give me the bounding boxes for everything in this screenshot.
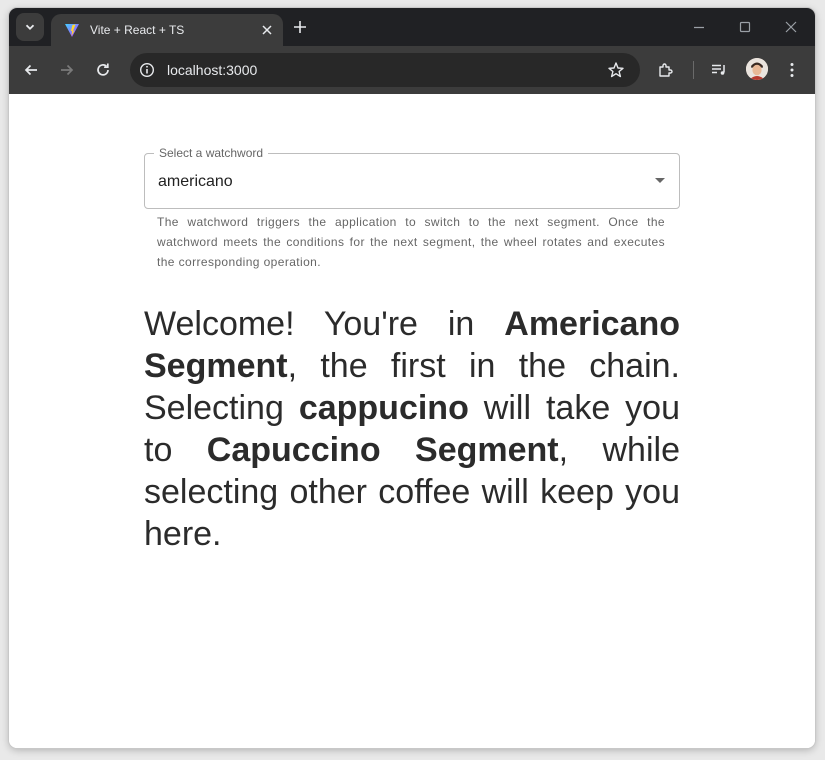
url-text: localhost:3000 [167,62,258,78]
welcome-message: Welcome! You're in Americano Segment, th… [144,303,680,555]
minimize-icon[interactable] [691,19,707,35]
forward-arrow-icon[interactable] [58,61,76,79]
tab-search-button[interactable] [16,13,44,41]
watchword-select-label: Select a watchword [154,146,269,160]
bookmark-star-icon[interactable] [607,61,625,79]
extensions-icon[interactable] [657,61,675,79]
next-segment-name: Capuccino Segment [206,431,559,469]
tab-strip: Vite + React + TS [9,8,815,46]
dropdown-arrow-icon[interactable] [655,178,665,183]
tab-title: Vite + React + TS [90,23,185,37]
watchword-helper-text: The watchword triggers the application t… [157,215,665,269]
address-bar[interactable]: localhost:3000 [130,53,640,87]
profile-avatar[interactable] [746,58,768,80]
watchword-select-value: americano [158,173,233,190]
vite-logo-icon [65,24,79,37]
watchword-select[interactable]: Select a watchword americano [144,146,680,209]
media-controls-icon[interactable] [710,61,728,79]
site-info-icon[interactable] [139,62,155,78]
profile-avatar-icon [746,58,768,80]
chevron-down-icon [25,24,35,30]
close-tab-icon[interactable] [259,22,275,38]
close-window-icon[interactable] [783,19,799,35]
reload-icon[interactable] [94,61,112,79]
next-watchword: cappucino [298,389,469,427]
maximize-icon[interactable] [737,19,753,35]
browser-tab[interactable]: Vite + React + TS [51,14,283,46]
browser-toolbar: localhost:3000 [9,46,815,94]
back-arrow-icon[interactable] [22,61,40,79]
more-menu-icon[interactable] [783,61,801,79]
new-tab-icon[interactable] [292,19,308,35]
page-content: Select a watchword americano The watchwo… [9,94,815,748]
welcome-text: Welcome! You're in [144,305,505,343]
toolbar-separator [693,61,694,79]
browser-window: Vite + React + TS localhost:3000 Select … [9,8,815,748]
